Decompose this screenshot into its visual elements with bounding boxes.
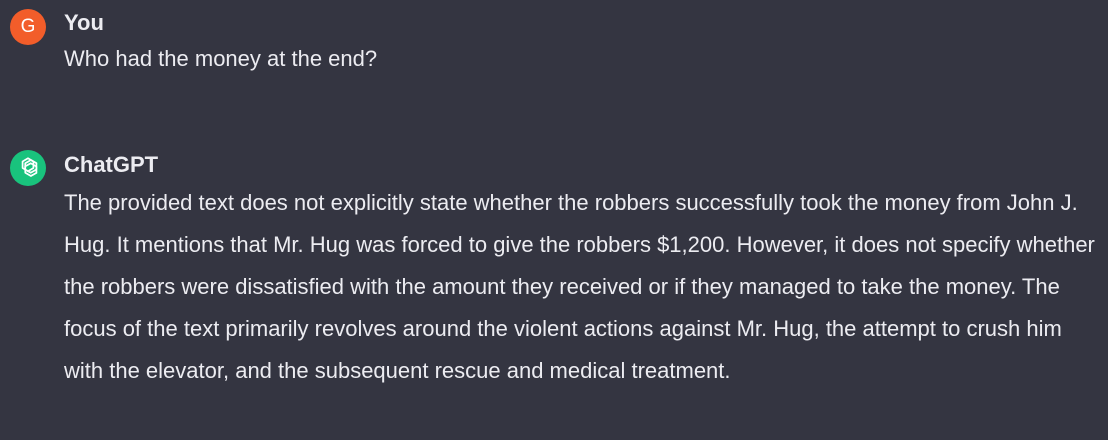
user-message-text: Who had the money at the end? bbox=[64, 46, 378, 71]
chatgpt-logo-icon bbox=[21, 157, 38, 177]
user-author-name: You bbox=[64, 10, 104, 35]
user-avatar-letter: G bbox=[20, 16, 36, 37]
user-avatar: G bbox=[10, 9, 46, 45]
assistant-author-name: ChatGPT bbox=[64, 152, 159, 177]
assistant-message-text: The provided text does not explicitly st… bbox=[64, 190, 1095, 383]
assistant-avatar bbox=[10, 150, 46, 186]
